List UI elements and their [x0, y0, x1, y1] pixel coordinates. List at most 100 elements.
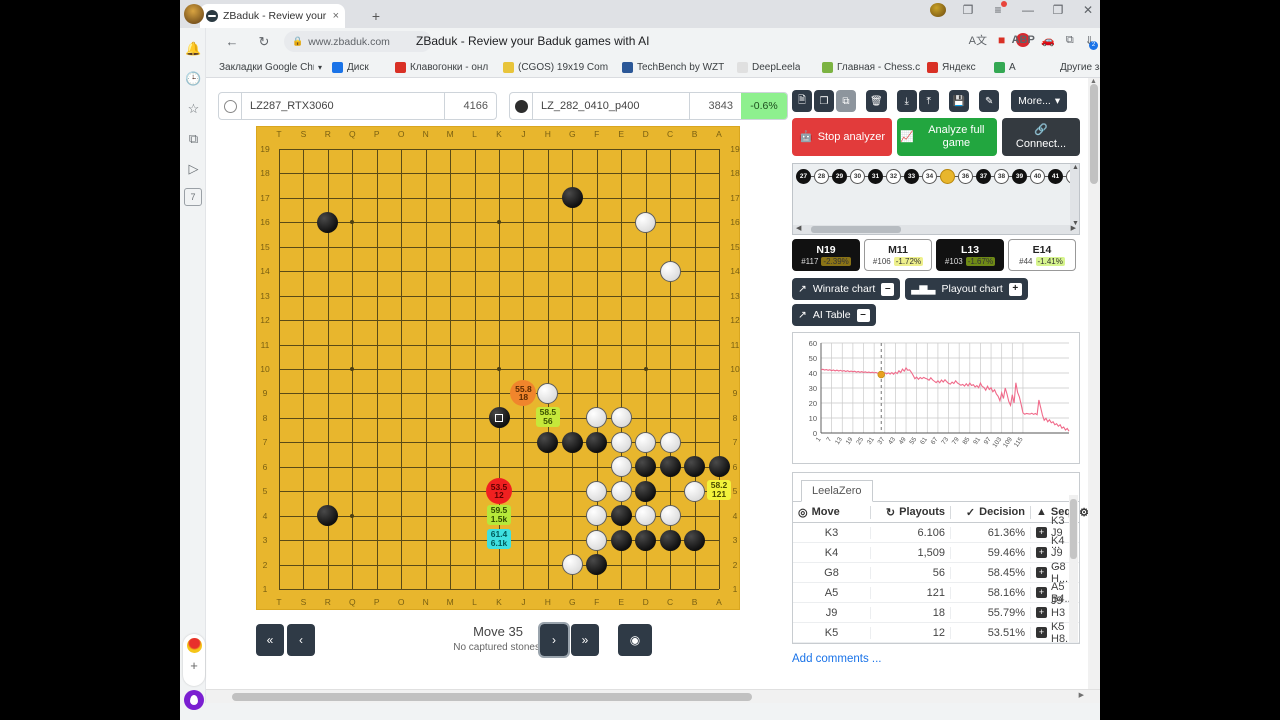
move-node-38[interactable]: 38 — [994, 168, 1009, 184]
col-move[interactable]: ◎ Move — [793, 505, 871, 519]
expand-sequence-icon[interactable]: + — [1036, 607, 1047, 618]
stone-black[interactable] — [488, 407, 510, 429]
stone-black[interactable] — [708, 456, 730, 478]
stone-black[interactable] — [610, 505, 632, 527]
favorites-icon[interactable]: ☆ — [185, 100, 202, 117]
blunder-item-3[interactable]: E14 #44 -1.41% — [1008, 239, 1076, 271]
browser-menu-icon[interactable]: ≡ — [990, 1, 1007, 17]
upload-sgf-button[interactable]: ⤒ — [918, 90, 939, 112]
move-node-37[interactable]: 37 — [976, 168, 991, 184]
stone-black[interactable] — [684, 529, 706, 551]
winrate-chart[interactable]: 0 10 20 30 40 50 60 1 7 13 19 25 31 37 43 49 55 61 67 73 79 8… — [792, 332, 1080, 464]
download-sgf-button[interactable]: ⤓ — [896, 90, 917, 112]
stone-white[interactable] — [635, 211, 657, 233]
more-button[interactable]: More... ▾ — [1011, 90, 1068, 112]
col-decision[interactable]: ✓ Decision — [951, 505, 1031, 519]
move-node-40[interactable]: 40 — [1030, 168, 1045, 184]
stone-white[interactable] — [659, 431, 681, 453]
back-button[interactable]: ← — [222, 32, 242, 52]
move-suggestion-marker[interactable]: 61.4 6.1k — [487, 529, 511, 549]
move-node-30[interactable]: 30 — [850, 168, 865, 184]
move-strip-vscrollbar[interactable]: ▲ ▼ — [1070, 164, 1079, 227]
move-suggestion-marker[interactable]: 58.5 56 — [535, 406, 560, 427]
expand-sequence-icon[interactable]: + — [1036, 627, 1047, 638]
stone-white[interactable] — [635, 431, 657, 453]
stone-black[interactable] — [635, 529, 657, 551]
tab-close-icon[interactable]: × — [333, 10, 339, 22]
move-node-36[interactable]: 36 — [958, 168, 973, 184]
bookmark-item-2[interactable]: Клавогонки - онл — [395, 59, 498, 75]
stone-white[interactable] — [659, 505, 681, 527]
scroll-right-icon[interactable]: ▶ — [1071, 224, 1076, 232]
bell-icon[interactable]: 🔔 — [185, 40, 202, 57]
stone-black[interactable] — [684, 456, 706, 478]
black-player-box[interactable]: LZ_282_0410_p400 3843 -0.6% — [509, 92, 788, 120]
stone-black[interactable] — [635, 456, 657, 478]
move-node-29[interactable]: 29 — [832, 168, 847, 184]
page-scroll-right-icon[interactable]: ▶ — [1079, 691, 1084, 699]
page-scroll-thumb[interactable] — [1090, 84, 1098, 184]
last-move-button[interactable]: » — [571, 624, 599, 656]
move-node-34[interactable]: 34 — [922, 168, 937, 184]
chart-toggle-1[interactable]: ▃▆▃ Playout chart + — [905, 278, 1028, 300]
scroll-thumb[interactable] — [811, 226, 901, 233]
tab-zbaduk[interactable]: ZBaduk - Review your B × — [200, 4, 345, 28]
stone-white[interactable] — [610, 431, 632, 453]
move-suggestion-marker[interactable]: 55.8 18 — [510, 380, 537, 407]
move-node-41[interactable]: 41 — [1048, 168, 1063, 184]
blunder-list[interactable]: N19 #117 -2.39% M11 #106 -1.72% L13 #103 -1.67% E… — [792, 239, 1080, 271]
collections-icon[interactable]: ⧉ — [1066, 34, 1074, 47]
expand-sequence-icon[interactable]: + — [1036, 567, 1047, 578]
go-board[interactable]: T T S S R R Q Q P P O O N N M M L L K K J J H H G G F F E E D D C C B B A A 19… — [256, 126, 740, 610]
move-node-33[interactable]: 33 — [904, 168, 919, 184]
bookmark-item-1[interactable]: Диск — [332, 59, 390, 75]
car-game-icon[interactable]: 🚗 — [1041, 34, 1055, 47]
paste-button[interactable]: ⧉ — [836, 90, 856, 112]
delete-button[interactable]: 🗑 — [866, 90, 887, 112]
stone-white[interactable] — [561, 554, 583, 576]
chevron-down-icon[interactable]: ▾ — [318, 63, 322, 72]
scroll-left-icon[interactable]: ◀ — [796, 224, 801, 232]
add-comments-link[interactable]: Add comments ... — [792, 653, 1080, 665]
bookmark-item-4[interactable]: TechBench by WZT — [622, 59, 732, 75]
address-bar[interactable]: 🔒 www.zbaduk.com — [284, 31, 432, 52]
stone-white[interactable] — [610, 456, 632, 478]
bookmark-item-5[interactable]: DeepLeela — [737, 59, 817, 75]
page-hscrollbar[interactable]: ◀ ▶ — [180, 689, 1100, 703]
move-node-39[interactable]: 39 — [1012, 168, 1027, 184]
collections-icon[interactable]: ⧉ — [185, 130, 202, 147]
move-node-27[interactable]: 27 — [796, 168, 811, 184]
analyze-full-game-button[interactable]: 📈 Analyze full game — [897, 118, 997, 156]
move-suggestion-marker[interactable]: 58.2 121 — [707, 480, 731, 501]
blunder-item-0[interactable]: N19 #117 -2.39% — [792, 239, 860, 271]
white-player-box[interactable]: LZ287_RTX3060 4166 — [218, 92, 497, 120]
toggle-analysis-button[interactable]: ◉ — [618, 624, 652, 656]
chart-toggle-icon[interactable]: – — [881, 282, 895, 296]
bookmark-item-8[interactable]: A — [994, 59, 1028, 75]
add-app-icon[interactable]: + — [190, 659, 198, 672]
page-vscrollbar[interactable]: ▲ ▼ — [1088, 78, 1100, 703]
stone-white[interactable] — [586, 407, 608, 429]
translate-icon[interactable]: A文 — [969, 32, 987, 48]
move-suggestion-marker[interactable]: 53.5 12 — [486, 478, 512, 505]
media-play-icon[interactable]: ▷ — [185, 160, 202, 177]
restore-button[interactable]: ❐ — [1050, 3, 1066, 17]
edit-button[interactable]: ✎ — [979, 90, 1000, 112]
expand-sequence-icon[interactable]: + — [1036, 547, 1047, 558]
chart-toggle-icon[interactable]: + — [1008, 282, 1022, 296]
stop-analyzer-button[interactable]: 🤖 Stop analyzer — [792, 118, 892, 156]
stone-black[interactable] — [561, 187, 583, 209]
stone-black[interactable] — [635, 480, 657, 502]
copy-button[interactable]: ❐ — [814, 90, 834, 112]
stone-black[interactable] — [317, 505, 339, 527]
move-node-31[interactable]: 31 — [868, 168, 883, 184]
table-scroll-thumb[interactable] — [1070, 499, 1077, 559]
blunder-item-2[interactable]: L13 #103 -1.67% — [936, 239, 1004, 271]
bookmark-item-3[interactable]: (CGOS) 19x19 Com — [503, 59, 617, 75]
stone-white[interactable] — [610, 480, 632, 502]
page-hscroll-thumb[interactable] — [232, 693, 752, 701]
stone-black[interactable] — [659, 529, 681, 551]
stone-black[interactable] — [586, 431, 608, 453]
stone-white[interactable] — [586, 505, 608, 527]
move-node-35[interactable]: 35 — [940, 168, 955, 184]
